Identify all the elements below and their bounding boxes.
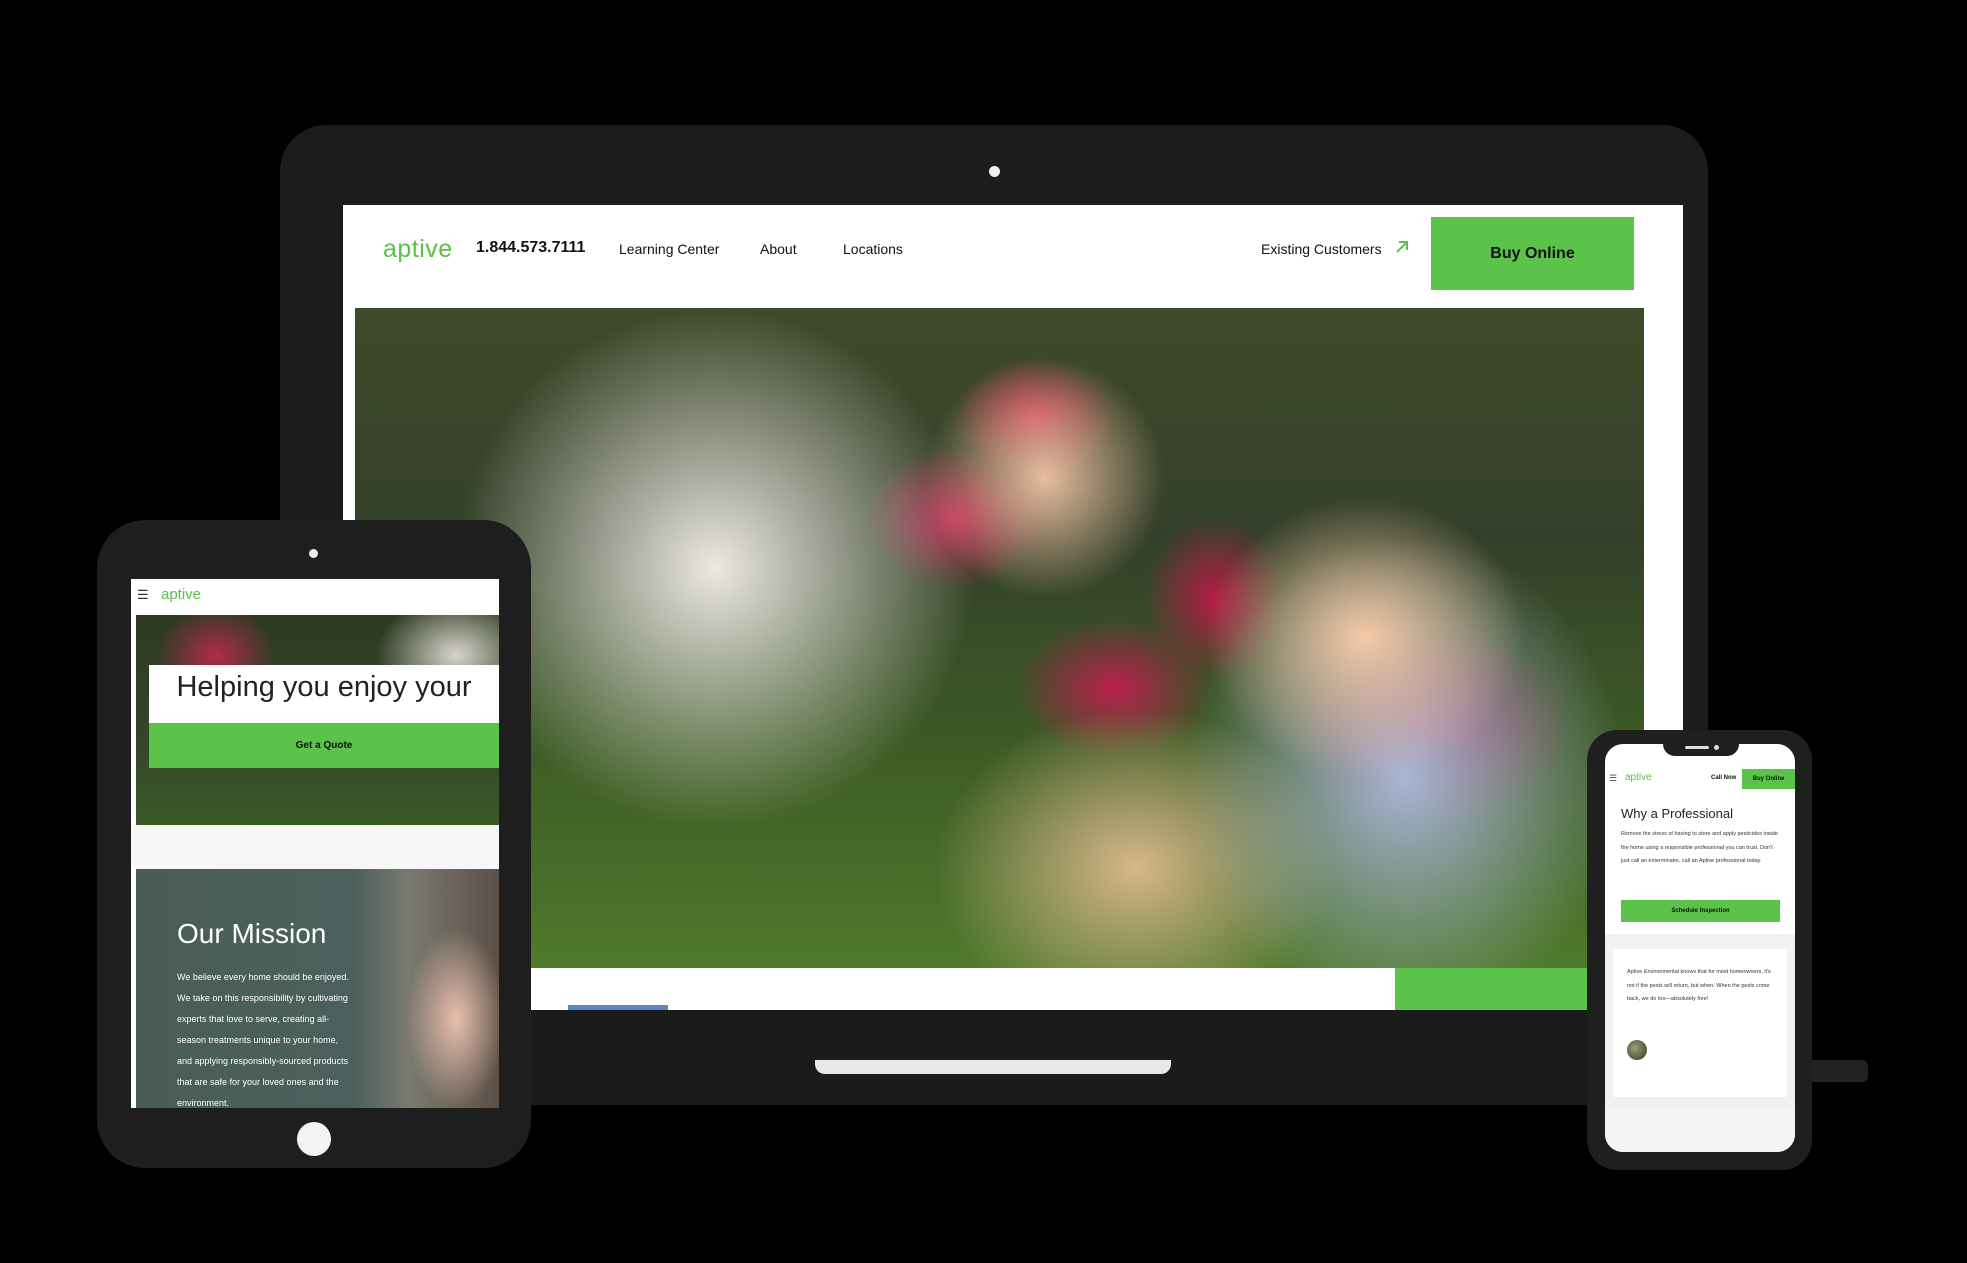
laptop-screen: aptive 1.844.573.7111 Learning Center Ab… <box>343 205 1683 1010</box>
phone-logo[interactable]: aptive <box>1625 772 1652 783</box>
tablet-screen: ☰ aptive Helping you enjoy your Get a Qu… <box>131 579 499 1108</box>
home-button-icon[interactable] <box>297 1122 331 1156</box>
schedule-inspection-button[interactable]: Schedule Inspection <box>1621 900 1780 922</box>
nav-learning-center[interactable]: Learning Center <box>619 241 719 257</box>
phone-speaker-icon <box>1685 746 1709 749</box>
laptop-logo[interactable]: aptive <box>383 235 453 264</box>
hamburger-menu-icon[interactable]: ☰ <box>1609 773 1617 784</box>
hero-image <box>355 308 1644 968</box>
tablet-hero-heading: Helping you enjoy your <box>176 671 472 703</box>
hamburger-menu-icon[interactable]: ☰ <box>137 587 149 603</box>
existing-customers-link[interactable]: Existing Customers <box>1261 241 1382 257</box>
tablet-logo[interactable]: aptive <box>161 586 201 603</box>
nav-locations[interactable]: Locations <box>843 241 903 257</box>
nav-about[interactable]: About <box>760 241 797 257</box>
tablet-camera-icon <box>309 549 318 558</box>
hero-accent-bar <box>568 1005 668 1010</box>
mission-title: Our Mission <box>177 918 327 949</box>
external-arrow-icon[interactable] <box>1393 238 1411 256</box>
buy-online-button[interactable]: Buy Online <box>1431 217 1634 290</box>
tablet-section-divider <box>131 825 499 869</box>
laptop-phone-link[interactable]: 1.844.573.7111 <box>476 239 585 257</box>
mission-body: We believe every home should be enjoyed.… <box>177 972 349 1108</box>
get-a-quote-button[interactable]: Get a Quote <box>149 723 499 768</box>
testimonial-quote: Aptive Environmental knows that for most… <box>1627 969 1771 1002</box>
phone-camera-icon <box>1714 745 1719 750</box>
phone-section-title: Why a Professional <box>1621 806 1733 821</box>
mission-section: Our Mission We believe every home should… <box>136 869 499 1108</box>
phone-footer-strip <box>1605 1108 1795 1152</box>
phone-section-body: Remove the stress of having to store and… <box>1621 831 1778 864</box>
laptop-camera-icon <box>989 166 1000 177</box>
phone-buy-online-button[interactable]: Buy Online <box>1742 769 1795 789</box>
laptop-trackpad-notch <box>815 1060 1171 1074</box>
avatar <box>1627 1040 1647 1060</box>
phone-screen: ☰ aptive Call Now Buy Online Why a Profe… <box>1605 744 1795 1152</box>
call-now-link[interactable]: Call Now <box>1711 775 1736 781</box>
